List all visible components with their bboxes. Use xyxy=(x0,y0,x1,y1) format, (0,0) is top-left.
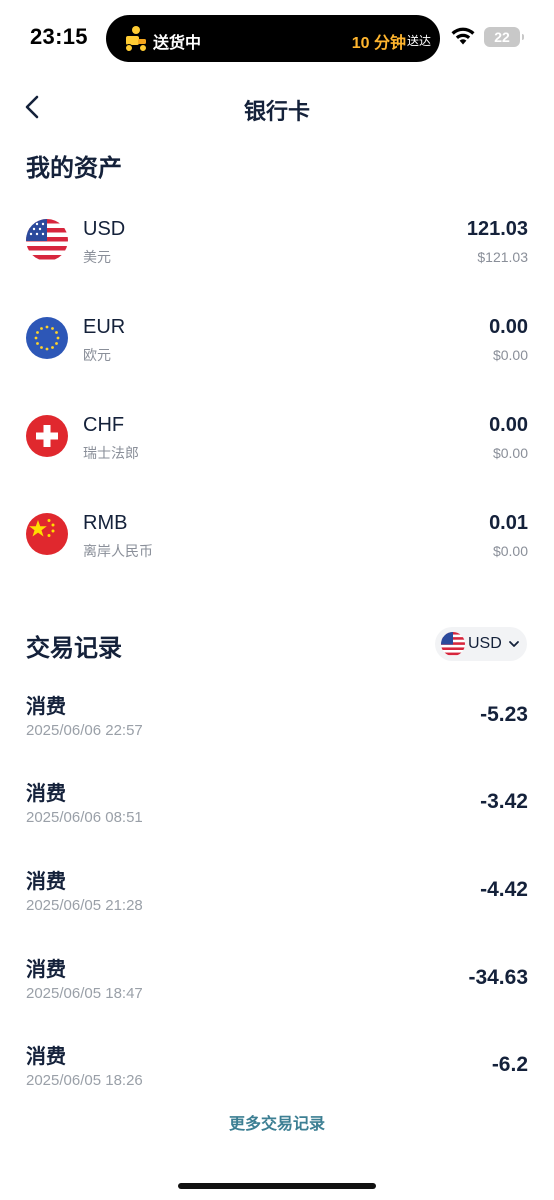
asset-name: 瑞士法郎 xyxy=(83,445,139,461)
transaction-type: 消费 xyxy=(26,696,66,718)
asset-row-usd[interactable]: USD 美元 121.03 $121.03 xyxy=(0,212,554,282)
wifi-icon xyxy=(451,27,475,45)
transaction-row[interactable]: 消费 2025/06/05 18:47 -34.63 xyxy=(0,953,554,1017)
us-flag-icon xyxy=(26,219,68,261)
asset-amount: 121.03 xyxy=(466,218,528,240)
currency-filter-dropdown[interactable]: USD xyxy=(435,627,527,661)
asset-amount: 0.00 xyxy=(489,414,528,436)
transaction-amount: -5.23 xyxy=(480,703,528,726)
asset-code: CHF xyxy=(83,414,125,436)
asset-name: 欧元 xyxy=(83,347,111,363)
status-time: 23:15 xyxy=(30,24,88,49)
transaction-time: 2025/06/06 08:51 xyxy=(26,809,143,826)
asset-row-eur[interactable]: EUR 欧元 0.00 $0.00 xyxy=(0,310,554,380)
asset-amount: 0.00 xyxy=(489,316,528,338)
more-transactions-link[interactable]: 更多交易记录 xyxy=(0,1110,554,1134)
delivery-eta-suffix: 送达 xyxy=(406,34,431,48)
transaction-amount: -34.63 xyxy=(468,966,528,989)
asset-name: 离岸人民币 xyxy=(83,543,153,559)
eu-flag-icon xyxy=(26,317,68,359)
transaction-row[interactable]: 消费 2025/06/05 18:26 -6.2 xyxy=(0,1040,554,1104)
currency-filter-label: USD xyxy=(468,635,502,652)
asset-usd-value: $0.00 xyxy=(492,543,528,559)
transaction-amount: -4.42 xyxy=(480,878,528,901)
status-bar: 23:15 送货中 10 分钟 送达 22 xyxy=(0,0,554,78)
delivery-status: 送货中 xyxy=(153,35,202,52)
transaction-row[interactable]: 消费 2025/06/06 08:51 -3.42 xyxy=(0,777,554,841)
transaction-row[interactable]: 消费 2025/06/06 22:57 -5.23 xyxy=(0,690,554,754)
transaction-row[interactable]: 消费 2025/06/05 21:28 -4.42 xyxy=(0,865,554,929)
ch-flag-icon xyxy=(26,415,68,457)
transaction-type: 消费 xyxy=(26,1046,66,1068)
transaction-time: 2025/06/06 22:57 xyxy=(26,722,143,739)
asset-amount: 0.01 xyxy=(489,512,528,534)
page-title: 银行卡 xyxy=(243,99,310,124)
cn-flag-icon xyxy=(26,513,68,555)
asset-code: EUR xyxy=(83,316,126,338)
delivery-eta: 10 分钟 xyxy=(351,35,406,52)
transaction-type: 消费 xyxy=(26,871,66,893)
asset-row-chf[interactable]: CHF 瑞士法郎 0.00 $0.00 xyxy=(0,408,554,478)
home-indicator[interactable] xyxy=(178,1183,376,1189)
asset-usd-value: $121.03 xyxy=(477,249,528,265)
us-flag-icon xyxy=(441,632,465,656)
transaction-amount: -3.42 xyxy=(480,790,528,813)
transaction-time: 2025/06/05 21:28 xyxy=(26,897,143,914)
asset-row-rmb[interactable]: RMB 离岸人民币 0.01 $0.00 xyxy=(0,506,554,576)
transaction-type: 消费 xyxy=(26,783,66,805)
transactions-section-title: 交易记录 xyxy=(26,635,122,662)
asset-name: 美元 xyxy=(83,249,111,265)
asset-code: USD xyxy=(83,218,126,240)
transaction-time: 2025/06/05 18:26 xyxy=(26,1072,143,1089)
assets-section-title: 我的资产 xyxy=(26,155,122,182)
transaction-type: 消费 xyxy=(26,959,66,981)
asset-usd-value: $0.00 xyxy=(492,445,528,461)
asset-code: RMB xyxy=(83,512,128,534)
transaction-amount: -6.2 xyxy=(491,1053,528,1076)
delivery-rider-icon xyxy=(125,26,147,52)
chevron-down-icon xyxy=(509,641,519,647)
dynamic-island[interactable]: 送货中 10 分钟 送达 xyxy=(106,15,440,62)
asset-usd-value: $0.00 xyxy=(492,347,528,363)
battery-icon: 22 xyxy=(484,27,524,47)
transaction-time: 2025/06/05 18:47 xyxy=(26,985,143,1002)
